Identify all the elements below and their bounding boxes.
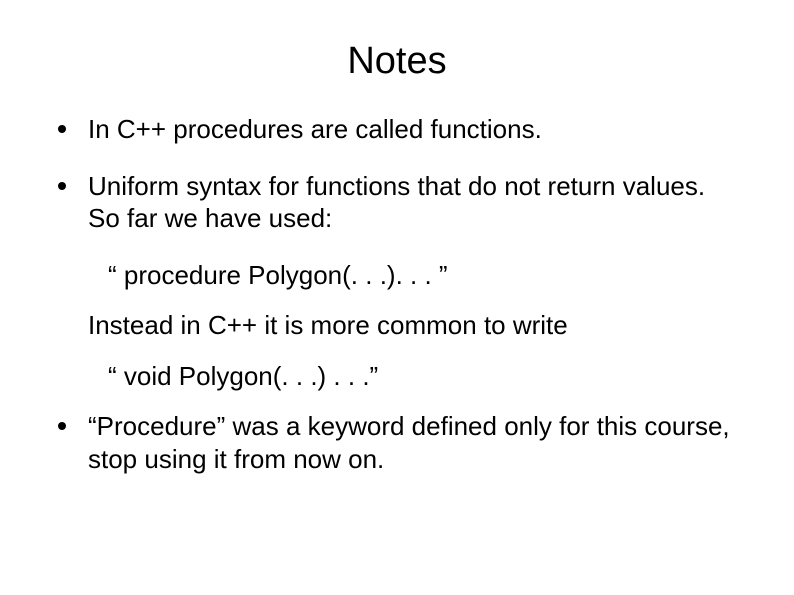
bullet-item-1: In C++ procedures are called functions. xyxy=(50,113,744,146)
bullet-item-2: Uniform syntax for functions that do not… xyxy=(50,170,744,235)
body-text-instead: Instead in C++ it is more common to writ… xyxy=(50,309,744,342)
slide-title: Notes xyxy=(50,40,744,83)
bullet-item-3: “Procedure” was a keyword defined only f… xyxy=(50,410,744,475)
bullet-list: In C++ procedures are called functions. … xyxy=(50,113,744,235)
bullet-list-continued: “Procedure” was a keyword defined only f… xyxy=(50,410,744,475)
code-example-2: “ void Polygon(. . .) . . .” xyxy=(50,360,744,393)
code-example-1: “ procedure Polygon(. . .). . . ” xyxy=(50,259,744,292)
slide: Notes In C++ procedures are called funct… xyxy=(0,0,794,595)
